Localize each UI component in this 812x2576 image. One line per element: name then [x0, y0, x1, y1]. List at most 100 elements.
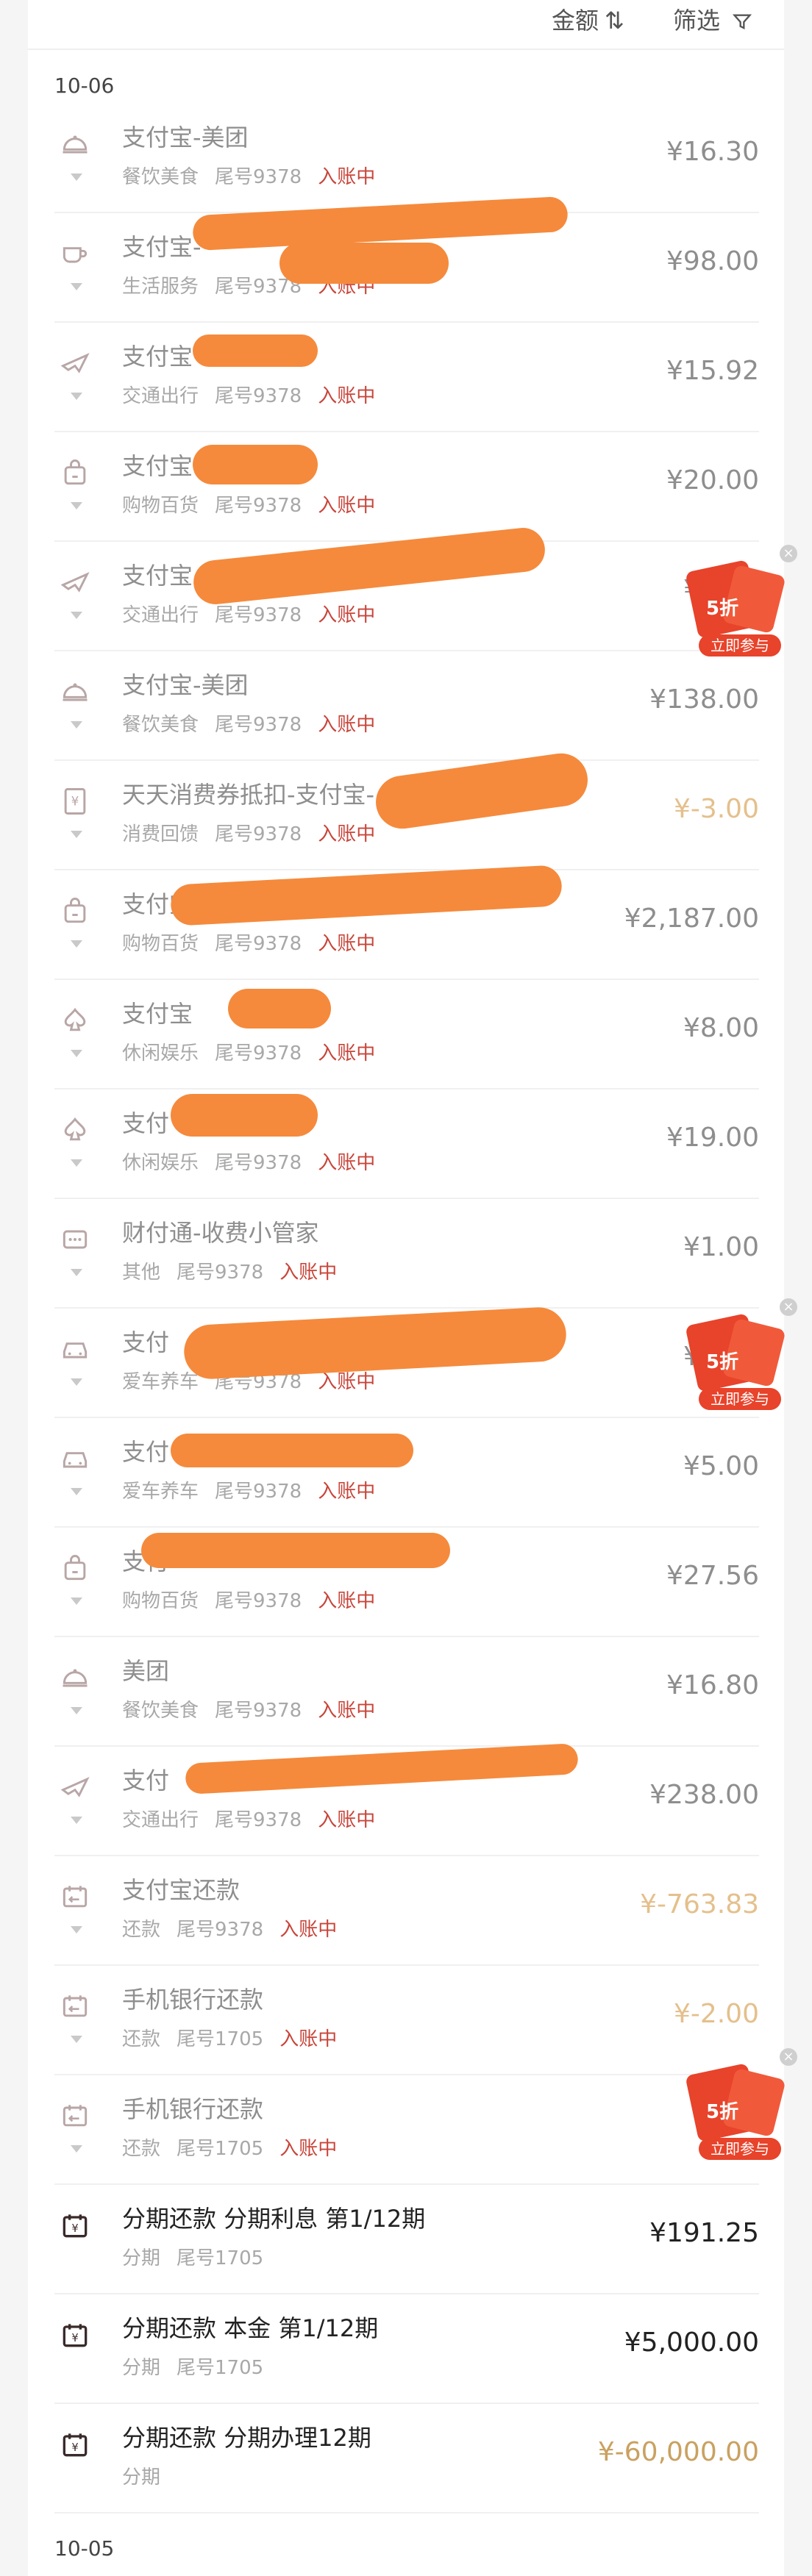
- chevron-down-icon[interactable]: [71, 1050, 82, 1057]
- transaction-row[interactable]: 支付 休闲娱乐 尾号9378 入账中 ¥19.00: [54, 1089, 759, 1199]
- promo-floating-badge[interactable]: × 5折 立即参与: [684, 545, 797, 658]
- status-badge: 入账中: [318, 1042, 376, 1065]
- chevron-down-icon[interactable]: [71, 1817, 82, 1824]
- transaction-category: 爱车养车: [122, 1481, 199, 1503]
- chevron-down-icon[interactable]: [71, 1926, 82, 1933]
- date-header: 10-06: [54, 74, 115, 98]
- transaction-category: 还款: [122, 2028, 161, 2050]
- chevron-down-icon[interactable]: [71, 393, 82, 400]
- transaction-amount: ¥5.00: [683, 1451, 759, 1481]
- plane-icon: [59, 1771, 91, 1803]
- transaction-title: 分期还款 本金 第1/12期: [122, 2314, 379, 2342]
- transaction-meta: 购物百货 尾号9378 入账中: [122, 1586, 391, 1613]
- transaction-title: 支付宝: [122, 1000, 193, 1028]
- transaction-meta: 休闲娱乐 尾号9378 入账中: [122, 1038, 391, 1065]
- chevron-down-icon[interactable]: [71, 1598, 82, 1605]
- installment-icon: ¥: [59, 2428, 91, 2461]
- redaction-mark: [228, 989, 331, 1028]
- redaction-mark: [171, 1094, 318, 1137]
- status-badge: 入账中: [279, 1919, 338, 1941]
- chevron-down-icon[interactable]: [71, 612, 82, 619]
- shopping-bag-icon: [59, 457, 91, 489]
- spade-icon: [59, 1114, 91, 1146]
- filter-icon: [733, 14, 752, 30]
- chevron-down-icon[interactable]: [71, 940, 82, 948]
- promo-floating-badge[interactable]: × 5折 立即参与: [684, 1298, 797, 1412]
- transaction-category: 其他: [122, 1262, 161, 1284]
- card-tail-number: 尾号1705: [177, 2247, 264, 2269]
- status-badge: 入账中: [318, 714, 376, 736]
- chevron-down-icon[interactable]: [71, 721, 82, 729]
- transaction-title: 支付宝: [122, 452, 193, 480]
- transaction-category: 爱车养车: [122, 1371, 199, 1393]
- transaction-row[interactable]: ¥ 分期还款 分期利息 第1/12期 分期 尾号1705 ¥191.25: [54, 2184, 759, 2294]
- transaction-meta: 分期 尾号1705: [122, 2353, 279, 2380]
- promo-cta[interactable]: 立即参与: [699, 2138, 781, 2160]
- chevron-down-icon[interactable]: [71, 1159, 82, 1167]
- transaction-row[interactable]: 手机银行还款 还款 尾号1705 入账中 ¥-2.00: [54, 1965, 759, 2075]
- filter-button[interactable]: 筛选: [673, 0, 752, 41]
- transaction-amount: ¥16.80: [666, 1670, 759, 1700]
- chevron-down-icon[interactable]: [71, 2145, 82, 2153]
- transaction-row[interactable]: ¥ 分期还款 分期办理12期 分期 ¥-60,000.00: [54, 2403, 759, 2514]
- chevron-down-icon[interactable]: [71, 173, 82, 181]
- chevron-down-icon[interactable]: [71, 831, 82, 838]
- chevron-down-icon[interactable]: [71, 1488, 82, 1495]
- repay-icon: [59, 1881, 91, 1913]
- voucher-icon: ¥: [59, 785, 91, 817]
- transaction-category: 生活服务: [122, 276, 199, 298]
- chevron-down-icon[interactable]: [71, 2036, 82, 2043]
- chevron-down-icon[interactable]: [71, 1378, 82, 1386]
- transaction-meta: 分期 尾号1705: [122, 2243, 279, 2270]
- transaction-title: 支付宝-美团: [122, 124, 249, 151]
- promo-floating-badge[interactable]: × 5折 立即参与: [684, 2048, 797, 2161]
- transaction-category: 购物百货: [122, 495, 199, 517]
- transaction-row[interactable]: 支付宝还款 还款 尾号9378 入账中 ¥-763.83: [54, 1856, 759, 1966]
- transaction-title: 手机银行还款: [122, 2095, 264, 2123]
- transaction-meta: 购物百货 尾号9378 入账中: [122, 490, 391, 518]
- status-badge: 入账中: [279, 2138, 338, 2160]
- card-tail-number: 尾号9378: [215, 823, 302, 845]
- transaction-category: 交通出行: [122, 1809, 199, 1831]
- transaction-row[interactable]: 支付宝 购物百货 尾号9378 入账中 ¥20.00: [54, 432, 759, 542]
- chevron-down-icon[interactable]: [71, 1707, 82, 1714]
- status-badge: 入账中: [318, 1152, 376, 1174]
- transaction-title: 支付: [122, 1438, 170, 1466]
- status-badge: 入账中: [318, 1590, 376, 1612]
- close-icon[interactable]: ×: [780, 545, 797, 562]
- card-tail-number: 尾号9378: [215, 495, 302, 517]
- status-badge: 入账中: [318, 1809, 376, 1831]
- transaction-row[interactable]: ¥ 分期还款 本金 第1/12期 分期 尾号1705 ¥5,000.00: [54, 2294, 759, 2404]
- card-tail-number: 尾号9378: [215, 1809, 302, 1831]
- transaction-row[interactable]: 支付宝-美团 餐饮美食 尾号9378 入账中 ¥16.30: [54, 103, 759, 213]
- status-badge: 入账中: [318, 933, 376, 955]
- transaction-title: 支付: [122, 1109, 170, 1137]
- transaction-row[interactable]: 财付通-收费小管家 其他 尾号9378 入账中 ¥1.00: [54, 1198, 759, 1309]
- transaction-row[interactable]: 支付宝 交通出行 尾号9378 入账中 ¥15.92: [54, 322, 759, 432]
- filter-label: 筛选: [673, 7, 721, 35]
- promo-cta[interactable]: 立即参与: [699, 1388, 781, 1410]
- promo-cta[interactable]: 立即参与: [699, 634, 781, 656]
- plane-icon: [59, 566, 91, 598]
- chevron-down-icon[interactable]: [71, 283, 82, 290]
- transaction-amount: ¥1.00: [683, 1232, 759, 1262]
- transaction-category: 分期: [122, 2357, 161, 2379]
- card-tail-number: 尾号1705: [177, 2357, 264, 2379]
- transaction-amount: ¥16.30: [666, 137, 759, 167]
- sort-by-amount-button[interactable]: 金额 ⇅: [552, 0, 624, 41]
- chevron-down-icon[interactable]: [71, 1269, 82, 1276]
- chevron-down-icon[interactable]: [71, 502, 82, 509]
- status-badge: 入账中: [279, 2028, 338, 2050]
- card-tail-number: 尾号1705: [177, 2028, 264, 2050]
- transaction-title: 支付宝还款: [122, 1876, 241, 1904]
- transaction-row[interactable]: 手机银行还款还款尾号1705入账中¥-: [54, 2075, 759, 2185]
- status-badge: 入账中: [318, 166, 376, 188]
- transaction-row[interactable]: 支付爱车养车尾号9378 入账中 ¥5.00: [54, 1417, 759, 1528]
- transaction-row[interactable]: 支付宝-美团 餐饮美食 尾号9378 入账中 ¥138.00: [54, 651, 759, 761]
- transaction-amount: ¥98.00: [666, 246, 759, 276]
- close-icon[interactable]: ×: [780, 1298, 797, 1316]
- transaction-row[interactable]: 美团 餐饮美食 尾号9378 入账中 ¥16.80: [54, 1636, 759, 1747]
- transaction-amount: ¥15.92: [666, 356, 759, 386]
- close-icon[interactable]: ×: [780, 2048, 797, 2066]
- transaction-row[interactable]: 支付宝 休闲娱乐 尾号9378 入账中 ¥8.00: [54, 979, 759, 1090]
